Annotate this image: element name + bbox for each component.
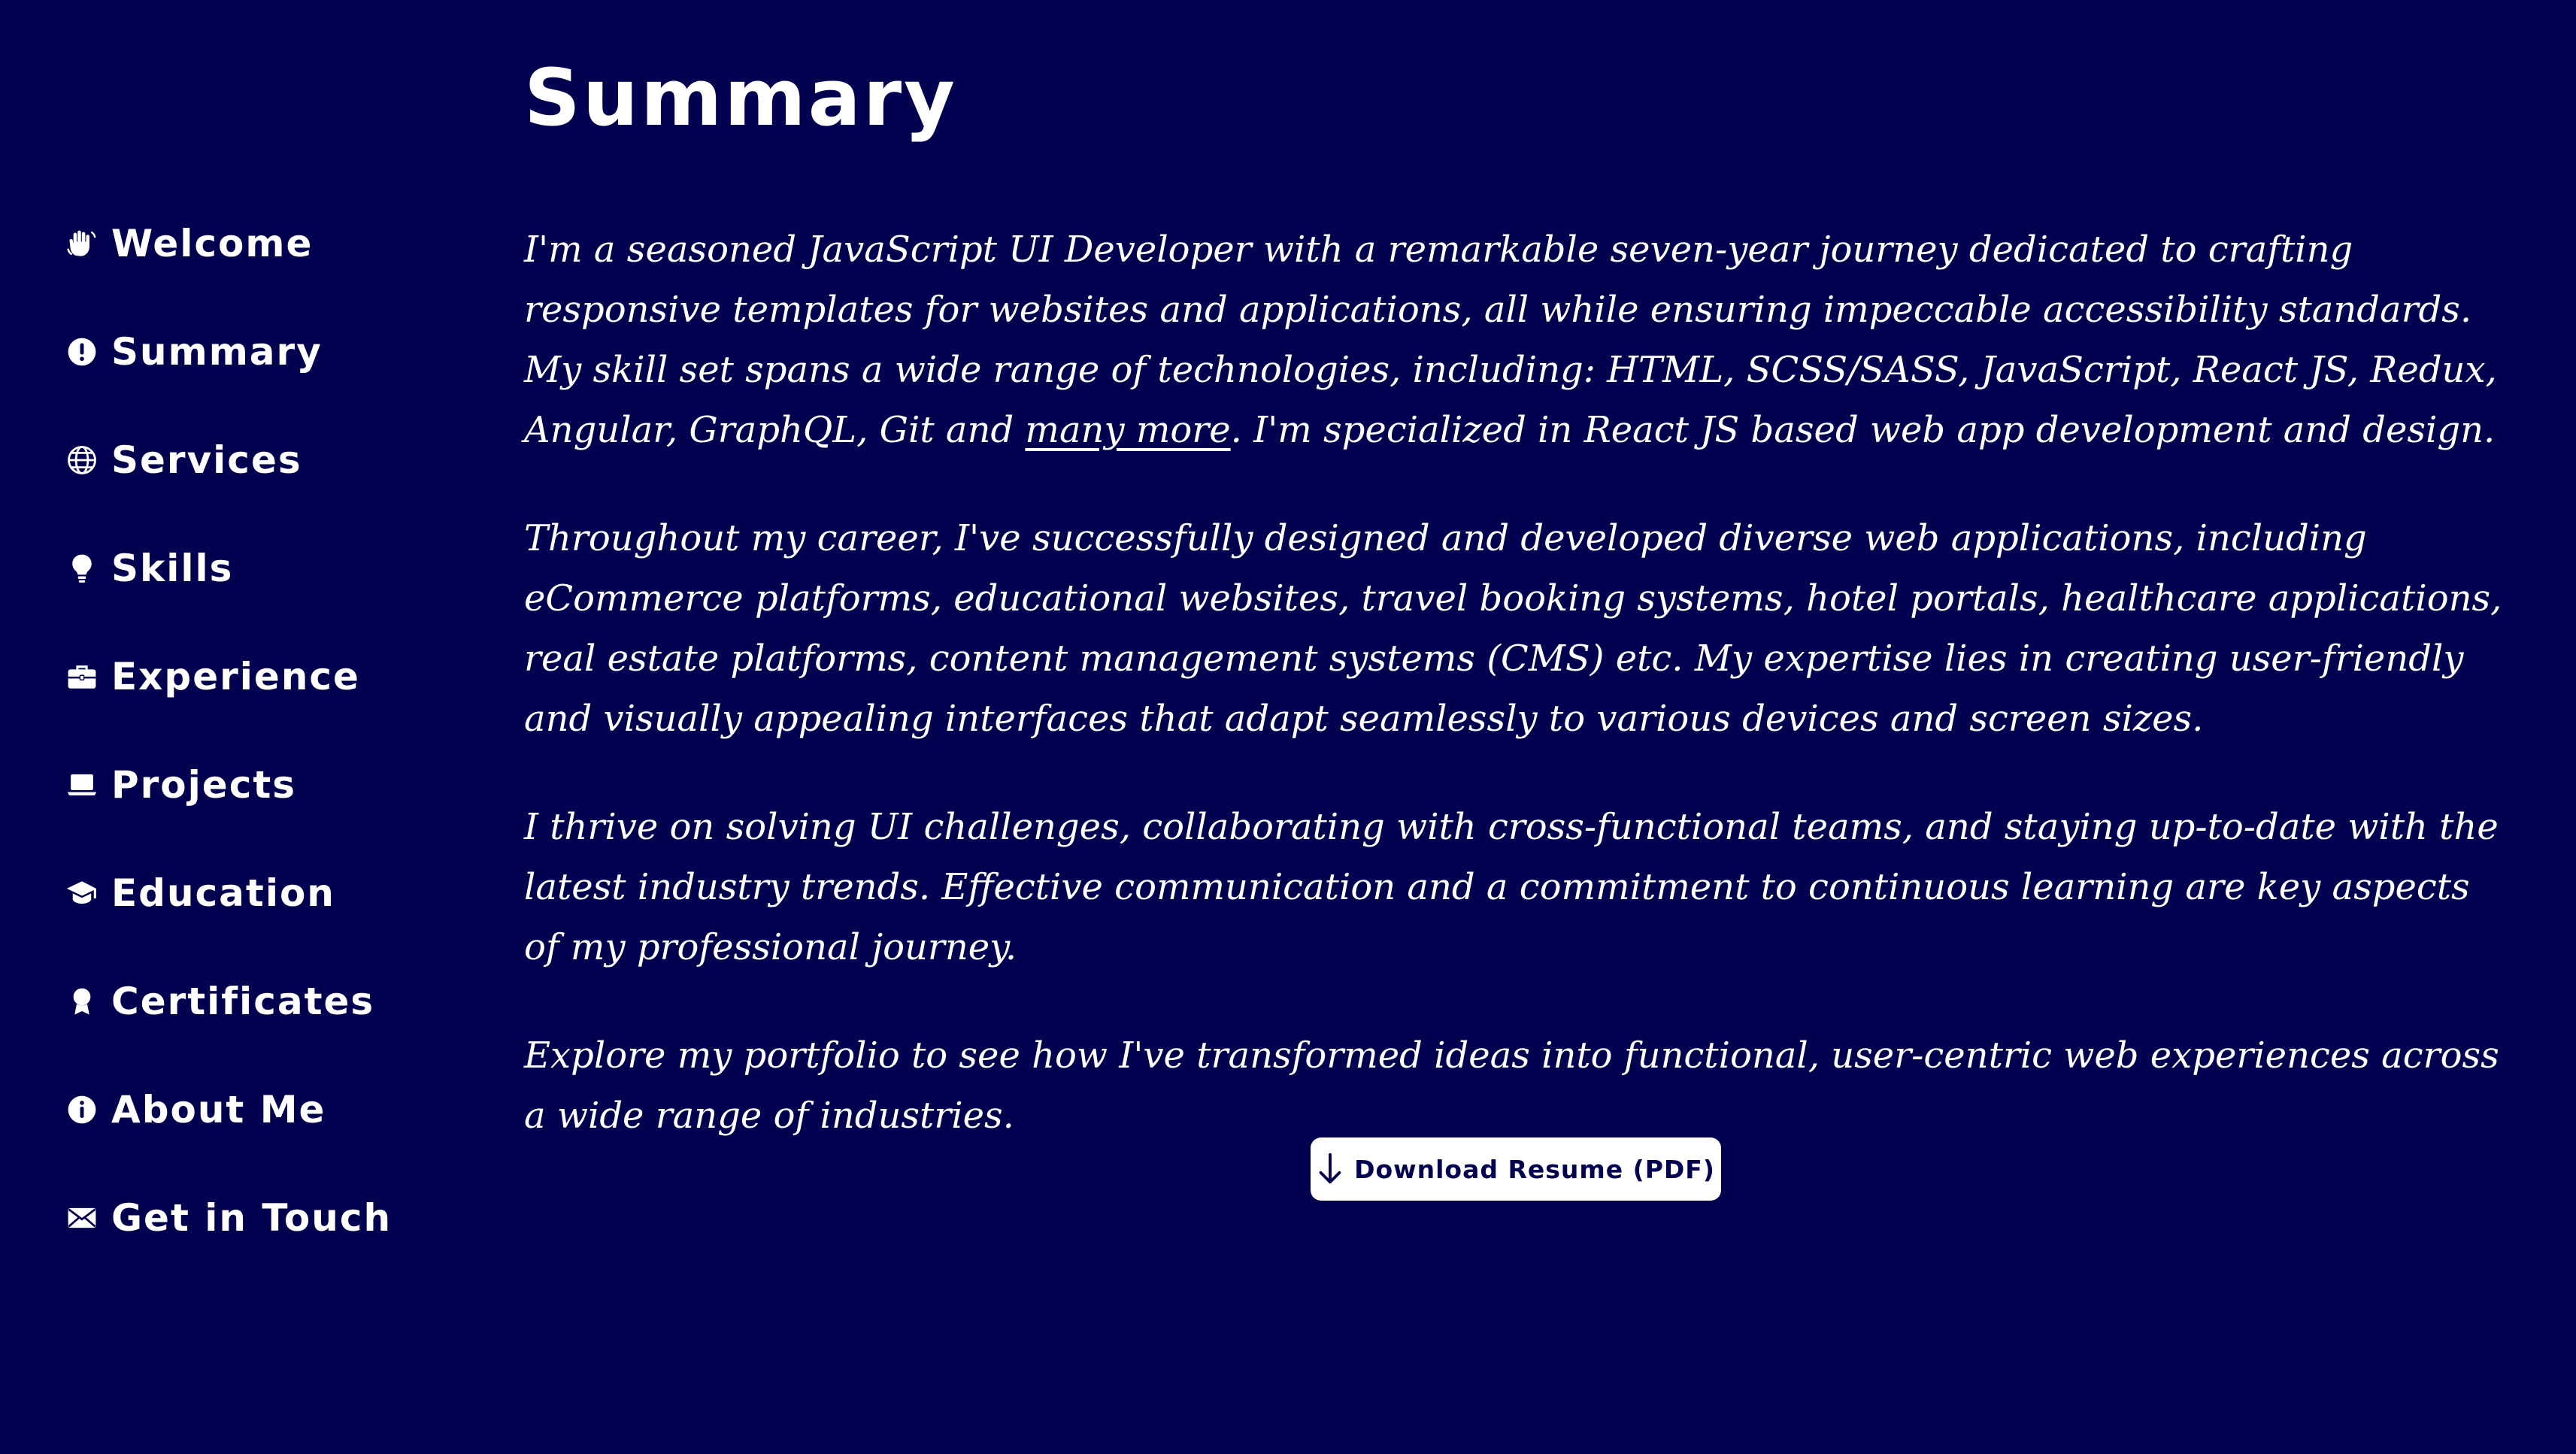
graduation-cap-icon (66, 877, 98, 909)
waving-hand-icon (66, 228, 98, 259)
nav-label-summary: Summary (111, 330, 323, 374)
nav-label-experience: Experience (111, 655, 360, 698)
nav-label-welcome: Welcome (111, 222, 314, 265)
lightbulb-icon (66, 553, 98, 584)
exclamation-circle-icon (66, 336, 98, 368)
info-circle-icon (66, 1094, 98, 1125)
summary-paragraph-3: I thrive on solving UI challenges, colla… (524, 806, 2499, 968)
arrow-down-icon (1317, 1152, 1344, 1186)
download-resume-label: Download Resume (PDF) (1354, 1154, 1715, 1184)
nav-item-welcome[interactable]: Welcome (66, 214, 313, 274)
summary-paragraph-2: Throughout my career, I've successfully … (524, 517, 2502, 740)
globe-icon (66, 444, 98, 476)
summary-paragraph-4: Explore my portfolio to see how I've tra… (524, 1034, 2499, 1137)
nav-label-services: Services (111, 438, 302, 482)
nav-label-certificates: Certificates (111, 980, 375, 1023)
nav-item-certificates[interactable]: Certificates (66, 971, 374, 1031)
nav-item-skills[interactable]: Skills (66, 538, 233, 598)
nav-item-education[interactable]: Education (66, 863, 335, 923)
envelope-icon (66, 1202, 98, 1234)
laptop-icon (66, 769, 98, 801)
nav-item-summary[interactable]: Summary (66, 322, 323, 382)
main-content: Summary I'm a seasoned JavaScript UI Dev… (524, 0, 2509, 1454)
summary-paragraph-1: I'm a seasoned JavaScript UI Developer w… (524, 220, 2509, 460)
summary-paragraph-1-end: . I'm specialized in React JS based web … (1230, 409, 2496, 451)
nav-label-about-me: About Me (111, 1088, 326, 1131)
nav-item-projects[interactable]: Projects (66, 755, 296, 815)
briefcase-icon (66, 661, 98, 692)
nav-label-education: Education (111, 871, 335, 915)
nav-label-get-in-touch: Get in Touch (111, 1196, 392, 1240)
download-resume-button[interactable]: Download Resume (PDF) (1311, 1137, 1721, 1201)
summary-text: I'm a seasoned JavaScript UI Developer w… (524, 220, 2509, 1194)
nav-label-skills: Skills (111, 547, 234, 590)
award-icon (66, 986, 98, 1017)
nav-item-services[interactable]: Services (66, 430, 302, 490)
nav-item-experience[interactable]: Experience (66, 647, 360, 707)
sidebar-nav: Welcome Summary Services Skills Experien… (0, 0, 481, 1454)
nav-label-projects: Projects (111, 763, 297, 807)
nav-item-about-me[interactable]: About Me (66, 1080, 326, 1140)
many-more-link[interactable]: many more (1025, 409, 1230, 451)
nav-item-get-in-touch[interactable]: Get in Touch (66, 1188, 392, 1248)
page-title: Summary (524, 52, 957, 144)
